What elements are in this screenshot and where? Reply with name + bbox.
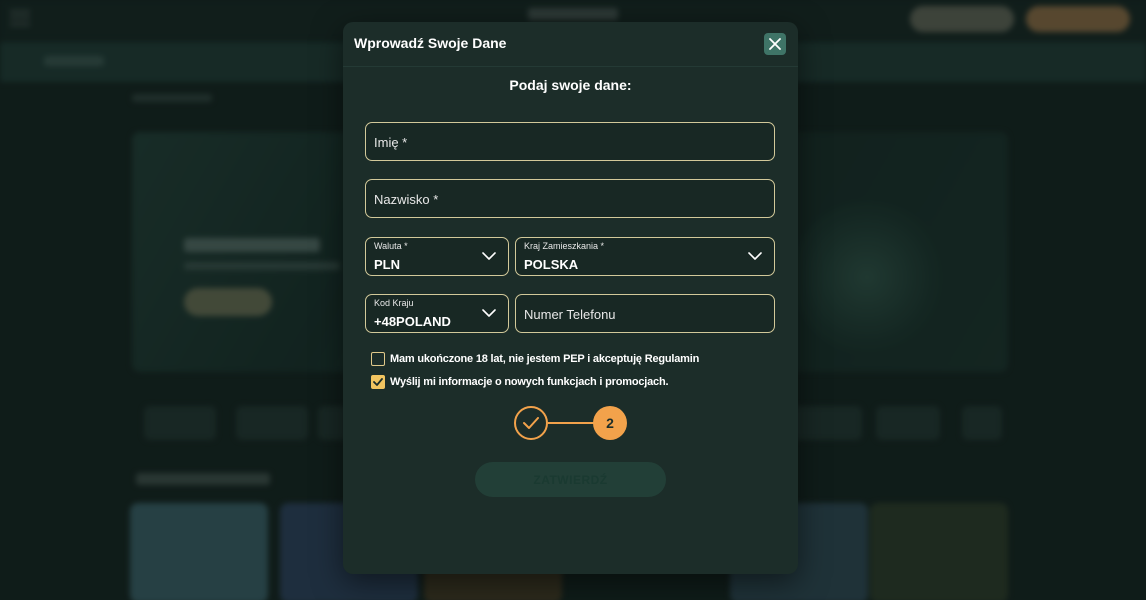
check-icon: [523, 417, 539, 429]
consent-marketing-checkbox[interactable]: [371, 375, 385, 389]
close-icon: [769, 38, 781, 50]
progress-stepper: 2: [514, 406, 627, 442]
chevron-down-icon: [482, 309, 496, 317]
last-name-field[interactable]: Nazwisko *: [365, 179, 775, 218]
first-name-field[interactable]: Imię *: [365, 122, 775, 161]
first-name-placeholder: Imię *: [374, 135, 408, 150]
consent-marketing-label: Wyślij mi informacje o nowych funkcjach …: [390, 376, 669, 388]
modal-header: Wprowadź Swoje Dane: [343, 22, 798, 67]
step-1-complete: [514, 406, 548, 440]
phone-placeholder: Numer Telefonu: [524, 307, 616, 322]
form-subtitle: Podaj swoje dane:: [509, 77, 632, 93]
registration-modal: Wprowadź Swoje Dane Podaj swoje dane: Im…: [343, 22, 798, 574]
consent-terms-label: Mam ukończone 18 lat, nie jestem PEP i a…: [390, 353, 700, 365]
step-connector: [548, 422, 594, 424]
phone-field[interactable]: Numer Telefonu: [515, 294, 775, 333]
consent-terms-checkbox[interactable]: [371, 352, 385, 366]
close-button[interactable]: [764, 33, 786, 55]
submit-button[interactable]: ZATWIERDŹ: [475, 462, 666, 497]
currency-label: Waluta *: [374, 241, 408, 251]
consent-marketing-row[interactable]: Wyślij mi informacje o nowych funkcjach …: [371, 375, 669, 389]
country-value: POLSKA: [524, 257, 579, 272]
consent-terms-row[interactable]: Mam ukończone 18 lat, nie jestem PEP i a…: [371, 352, 699, 366]
country-code-value: +48POLAND: [374, 314, 451, 329]
modal-title: Wprowadź Swoje Dane: [354, 35, 507, 51]
step-2-current: 2: [593, 406, 627, 440]
currency-value: PLN: [374, 257, 400, 272]
check-icon: [373, 378, 383, 386]
country-label: Kraj Zamieszkania *: [524, 241, 605, 251]
currency-select[interactable]: Waluta * PLN: [365, 237, 509, 276]
country-code-select[interactable]: Kod Kraju +48POLAND: [365, 294, 509, 333]
last-name-placeholder: Nazwisko *: [374, 192, 439, 207]
chevron-down-icon: [482, 252, 496, 260]
chevron-down-icon: [748, 252, 762, 260]
country-select[interactable]: Kraj Zamieszkania * POLSKA: [515, 237, 775, 276]
country-code-label: Kod Kraju: [374, 298, 414, 308]
